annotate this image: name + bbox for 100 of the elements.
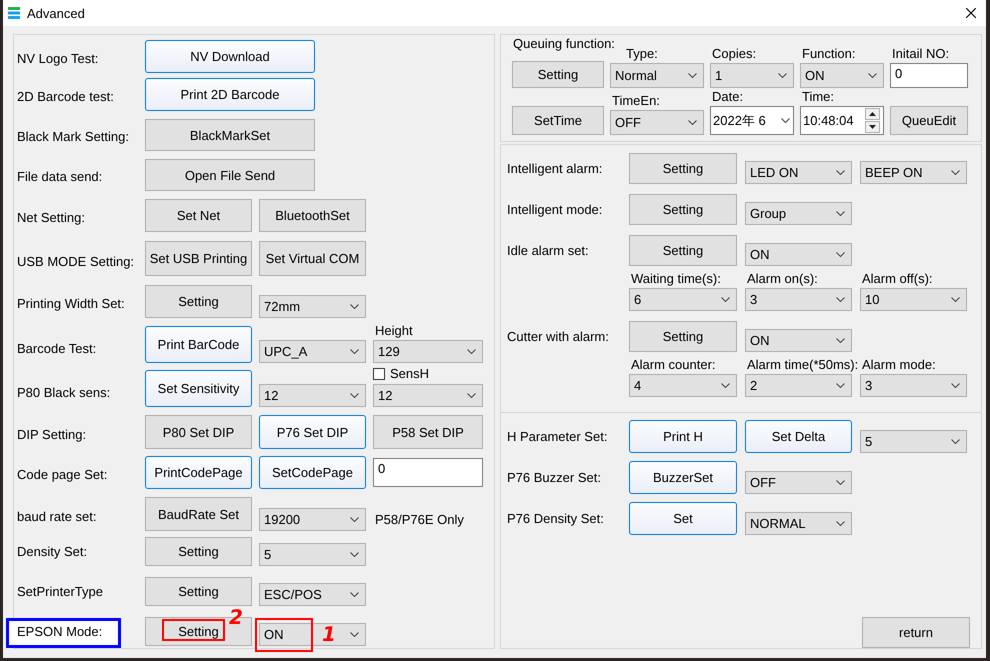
setting-button[interactable]: Setting [145, 285, 252, 318]
setting-button[interactable]: Setting [629, 194, 737, 225]
queuedit-button[interactable]: QueuEdit [890, 106, 968, 135]
setting-button[interactable]: Setting [629, 235, 737, 266]
chevron-down-icon [350, 517, 359, 522]
field-caption: Waiting time(s): [630, 272, 721, 286]
dropdown[interactable]: 6 [629, 288, 737, 311]
dropdown[interactable]: 4 [629, 374, 737, 397]
chevron-down-icon [350, 393, 359, 398]
dropdown[interactable]: 3 [745, 288, 852, 311]
p76-set-dip-button[interactable]: P76 Set DIP [259, 415, 366, 449]
baudrate-set-button[interactable]: BaudRate Set [145, 497, 252, 531]
dropdown[interactable]: 12 [259, 384, 366, 407]
dropdown[interactable]: 10 [860, 288, 967, 311]
dropdown[interactable]: OFF [610, 110, 704, 135]
chevron-down-icon [350, 552, 359, 557]
dropdown[interactable]: ON [745, 243, 852, 266]
field-label: Code page Set: [17, 466, 108, 482]
set-delta-button[interactable]: Set Delta [745, 420, 852, 453]
text-field[interactable]: 0 [373, 458, 483, 487]
set-sensitivity-button[interactable]: Set Sensitivity [145, 370, 252, 407]
chevron-down-icon [721, 383, 730, 388]
field-caption: Alarm off(s): [861, 272, 933, 286]
dropdown[interactable]: Group [745, 202, 852, 225]
dropdown[interactable]: BEEP ON [860, 161, 967, 184]
triangle-up-icon [869, 112, 876, 116]
set-usb-printing-button[interactable]: Set USB Printing [145, 241, 252, 276]
field-label: P80 Black sens: [17, 384, 110, 400]
dropdown[interactable]: OFF [745, 471, 852, 494]
blackmarkset-button[interactable]: BlackMarkSet [145, 119, 315, 151]
bluetoothset-button[interactable]: BluetoothSet [259, 199, 366, 232]
return-button[interactable]: return [862, 617, 970, 648]
dropdown[interactable]: Normal [610, 63, 704, 88]
printcodepage-button[interactable]: PrintCodePage [145, 456, 252, 489]
dropdown[interactable]: 12 [373, 384, 483, 407]
dropdown[interactable]: 2 [745, 374, 852, 397]
field-label: Idle alarm set: [507, 243, 589, 258]
chevron-down-icon [836, 252, 845, 257]
time-field[interactable]: 10:48:04 [800, 106, 884, 135]
print-barcode-button[interactable]: Print BarCode [145, 326, 252, 363]
field-label: SetPrinterType [17, 584, 103, 598]
checkbox[interactable] [373, 368, 385, 380]
dropdown[interactable]: NORMAL [745, 512, 852, 535]
dropdown[interactable]: ON 1 [259, 623, 366, 646]
setting-button[interactable]: Setting [629, 321, 737, 352]
spin-down-button[interactable] [865, 121, 880, 133]
chevron-down-icon [836, 211, 845, 216]
setting-button[interactable]: Setting [512, 61, 604, 88]
dropdown[interactable]: ESC/POS [259, 583, 366, 606]
dropdown[interactable]: ON [745, 329, 852, 352]
field-label: Printing Width Set: [17, 296, 125, 310]
text-field[interactable]: 0 [890, 63, 968, 88]
close-icon [966, 8, 976, 18]
field-label: Black Mark Setting: [17, 128, 129, 144]
dropdown[interactable]: 1 [710, 63, 794, 88]
chevron-down-icon [836, 383, 845, 388]
settime-button[interactable]: SetTime [512, 106, 604, 135]
dropdown[interactable]: 129 [373, 340, 483, 363]
dropdown[interactable]: 3 [860, 374, 967, 397]
chevron-down-icon [836, 297, 845, 302]
set-net-button[interactable]: Set Net [145, 199, 252, 232]
dropdown[interactable]: 5 [860, 430, 967, 453]
field-caption: Type: [625, 47, 658, 61]
note-text: P58/P76E Only [374, 511, 464, 529]
field-caption: Height [374, 324, 413, 338]
dropdown[interactable]: 72mm [259, 295, 366, 318]
triangle-down-icon [869, 125, 876, 129]
field-caption: Alarm on(s): [746, 272, 818, 286]
field-label: P76 Buzzer Set: [507, 470, 601, 485]
print-2d-barcode-button[interactable]: Print 2D Barcode [145, 78, 315, 111]
dropdown[interactable]: 19200 [259, 508, 366, 531]
setcodepage-button[interactable]: SetCodePage [259, 456, 366, 489]
p58-set-dip-button[interactable]: P58 Set DIP [373, 415, 483, 449]
set-button[interactable]: Set [629, 502, 737, 535]
field-label: baud rate set: [17, 508, 96, 524]
chevron-down-icon [951, 439, 960, 444]
field-label: Barcode Test: [17, 340, 96, 356]
nv-download-button[interactable]: NV Download [145, 40, 315, 73]
p80-set-dip-button[interactable]: P80 Set DIP [145, 415, 252, 449]
field-caption: Date: [711, 90, 744, 104]
field-label: Cutter with alarm: [507, 329, 609, 344]
dropdown[interactable]: 5 [259, 543, 366, 566]
field-label: Density Set: [17, 544, 88, 558]
print-h-button[interactable]: Print H [629, 420, 737, 453]
set-virtual-com-button[interactable]: Set Virtual COM [259, 241, 366, 276]
buzzerset-button[interactable]: BuzzerSet [629, 461, 737, 494]
field-caption: Function: [801, 47, 856, 61]
setting-button[interactable]: Setting [145, 537, 252, 566]
dropdown[interactable]: UPC_A [259, 340, 366, 363]
spin-up-button[interactable] [865, 108, 880, 120]
dropdown[interactable]: ON [800, 63, 884, 88]
dropdown[interactable]: LED ON [745, 161, 852, 184]
open-file-send-button[interactable]: Open File Send [145, 159, 315, 191]
chevron-down-icon [467, 349, 476, 354]
setting-button[interactable]: Setting [145, 577, 252, 606]
setting-button[interactable]: Setting [629, 153, 737, 184]
date-picker[interactable]: 2022年 6 [710, 106, 794, 135]
chevron-down-icon [951, 383, 960, 388]
app-icon [8, 7, 20, 19]
chevron-down-icon [836, 170, 845, 175]
